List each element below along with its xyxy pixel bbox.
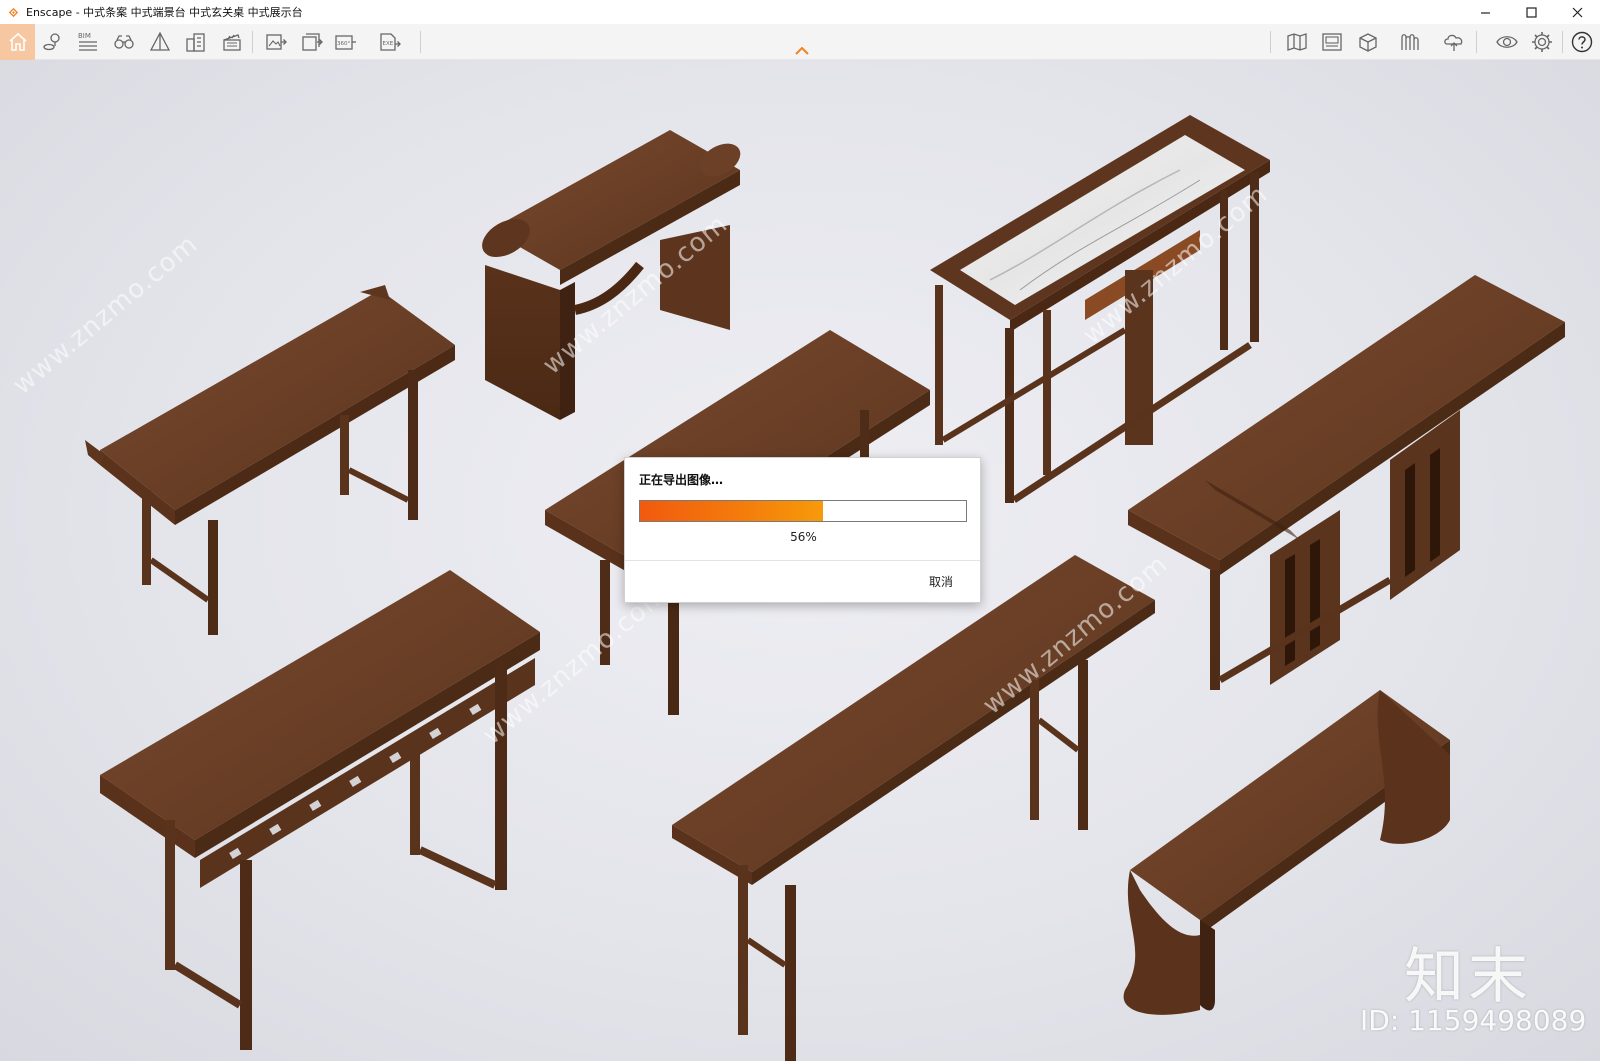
upload-button[interactable] bbox=[1440, 26, 1468, 58]
buildings-icon bbox=[186, 33, 205, 52]
material-editor-icon bbox=[1401, 34, 1419, 50]
grooved-leg-console bbox=[1128, 275, 1565, 690]
scroll-altar-table bbox=[482, 130, 741, 420]
toolbar-divider bbox=[1562, 31, 1563, 53]
views-manager-icon bbox=[1322, 33, 1342, 51]
everted-flange-table bbox=[85, 285, 455, 635]
cancel-button[interactable]: 取消 bbox=[929, 573, 953, 590]
render-image-button[interactable] bbox=[262, 26, 290, 58]
pyramid-icon bbox=[149, 31, 171, 51]
settings-button[interactable] bbox=[1528, 26, 1556, 58]
toolbar-divider bbox=[1270, 31, 1271, 53]
video-editor-button[interactable] bbox=[218, 26, 246, 58]
walk-mode-button[interactable] bbox=[110, 26, 138, 58]
batch-render-button[interactable] bbox=[298, 26, 326, 58]
bim-icon: BIM bbox=[78, 32, 97, 51]
maximize-button[interactable] bbox=[1508, 0, 1554, 24]
enscape-logo-icon bbox=[6, 5, 20, 19]
bim-button[interactable]: BIM bbox=[74, 26, 102, 58]
visual-settings-icon bbox=[1496, 36, 1518, 48]
chevron-up-icon bbox=[795, 47, 809, 55]
title-bar: Enscape - 中式条案 中式端景台 中式玄关桌 中式展示台 bbox=[0, 0, 1600, 24]
minimize-button[interactable] bbox=[1462, 0, 1508, 24]
progress-fill bbox=[640, 501, 823, 521]
settings-icon bbox=[1532, 32, 1552, 52]
asset-library-icon bbox=[1359, 33, 1377, 52]
fretwork-apron-table bbox=[100, 570, 540, 1050]
maximize-icon bbox=[1525, 6, 1537, 18]
view-mode-button[interactable] bbox=[146, 26, 174, 58]
help-icon bbox=[1571, 31, 1593, 53]
brand-logo: 知末 bbox=[1404, 942, 1532, 1012]
export-progress-dialog: 正在导出图像… 56% 取消 bbox=[624, 457, 981, 603]
buildings-button[interactable] bbox=[182, 26, 210, 58]
home-icon bbox=[8, 32, 27, 51]
dialog-title: 正在导出图像… bbox=[639, 473, 724, 487]
standalone-export-icon: EXE bbox=[380, 33, 401, 51]
batch-render-icon bbox=[302, 33, 323, 51]
minimize-icon bbox=[1480, 11, 1490, 14]
collapse-toolbar-button[interactable] bbox=[792, 45, 812, 57]
toolbar-divider bbox=[1476, 31, 1477, 53]
brand-id: ID: 1159498089 bbox=[1360, 1004, 1587, 1037]
material-editor-button[interactable] bbox=[1396, 26, 1424, 58]
render-image-icon bbox=[266, 34, 287, 50]
panorama-icon: 360° bbox=[335, 35, 356, 50]
progress-bar bbox=[639, 500, 967, 522]
close-icon bbox=[1572, 7, 1582, 17]
views-manager-button[interactable] bbox=[1318, 26, 1346, 58]
close-button[interactable] bbox=[1554, 0, 1600, 24]
bim-label: BIM bbox=[78, 32, 91, 40]
panorama-button[interactable]: 360° bbox=[332, 26, 360, 58]
window-title: Enscape - 中式条案 中式端景台 中式玄关桌 中式展示台 bbox=[26, 6, 303, 19]
standalone-export-button[interactable]: EXE bbox=[376, 26, 404, 58]
toolbar-divider bbox=[252, 31, 253, 53]
progress-percent: 56% bbox=[790, 530, 817, 544]
curved-foot-bench bbox=[1123, 690, 1450, 1015]
exe-label: EXE bbox=[383, 41, 394, 47]
asset-library-button[interactable] bbox=[1354, 26, 1382, 58]
map-icon bbox=[1287, 33, 1307, 51]
home-button[interactable] bbox=[0, 24, 35, 60]
clapper-icon bbox=[223, 34, 241, 51]
panorama-label: 360° bbox=[337, 41, 350, 47]
toolbar-divider bbox=[420, 31, 421, 53]
map-pin-icon bbox=[43, 33, 60, 51]
dialog-divider bbox=[625, 560, 980, 561]
help-button[interactable] bbox=[1568, 26, 1596, 58]
map-button[interactable] bbox=[1283, 26, 1311, 58]
map-pin-button[interactable] bbox=[38, 26, 66, 58]
visual-settings-button[interactable] bbox=[1493, 26, 1521, 58]
binoculars-icon bbox=[114, 35, 134, 49]
upload-icon bbox=[1444, 34, 1463, 51]
